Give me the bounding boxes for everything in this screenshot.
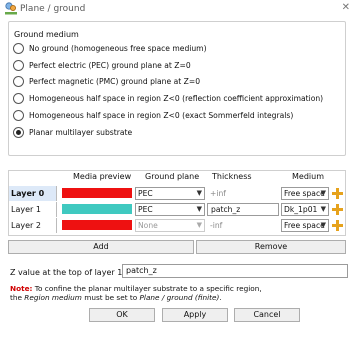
remove-layer-button[interactable]: Remove: [196, 240, 346, 254]
note-setting-term: Plane / ground (finite): [139, 293, 220, 302]
medium-value: Free space: [284, 221, 325, 230]
radio-button[interactable]: [13, 60, 24, 71]
radio-label: Homogeneous half space in region Z<0 (ex…: [29, 111, 294, 120]
media-preview-swatch: [62, 188, 132, 198]
close-icon[interactable]: ✕: [342, 3, 350, 13]
header-thickness: Thickness: [212, 172, 252, 181]
radio-button-checked[interactable]: [13, 127, 24, 138]
chevron-down-icon: ▼: [320, 189, 326, 197]
chevron-down-icon: ▼: [320, 221, 326, 229]
radio-pmc-ground[interactable]: Perfect magnetic (PMC) ground plane at Z…: [13, 75, 200, 88]
plus-icon[interactable]: [332, 204, 343, 215]
medium-select[interactable]: Dk_1p01 ▼: [281, 203, 329, 216]
cancel-button[interactable]: Cancel: [234, 308, 300, 322]
radio-button[interactable]: [13, 110, 24, 121]
radio-button[interactable]: [13, 76, 24, 87]
chevron-down-icon: ▼: [320, 205, 326, 213]
chevron-down-icon: ▼: [196, 221, 202, 229]
ground-plane-select: None ▼: [135, 219, 205, 232]
medium-select[interactable]: Free space ▼: [281, 219, 329, 232]
media-preview-swatch: [62, 220, 132, 230]
add-layer-button[interactable]: Add: [8, 240, 194, 254]
table-row-layer-2[interactable]: Layer 2 None ▼ -inf Free space ▼: [9, 218, 345, 233]
table-row-layer-0[interactable]: Layer 0 PEC ▼ +inf Free space ▼: [9, 186, 345, 201]
plane-ground-icon: [5, 2, 17, 15]
note-line-2c: .: [219, 293, 222, 302]
note-line-1: To confine the planar multilayer substra…: [32, 284, 262, 293]
media-preview-swatch: [62, 204, 132, 214]
window-title: Plane / ground: [20, 4, 86, 14]
header-media-preview: Media preview: [73, 172, 132, 181]
thickness-value: +inf: [210, 189, 226, 198]
plus-icon[interactable]: [332, 220, 343, 231]
radio-label: Perfect electric (PEC) ground plane at Z…: [29, 61, 191, 70]
z-value-label: Z value at the top of layer 1: [10, 268, 123, 277]
radio-label: Perfect magnetic (PMC) ground plane at Z…: [29, 77, 201, 86]
radio-label: No ground (homogeneous free space medium…: [29, 44, 207, 53]
note-line-2a: the: [10, 293, 25, 302]
radio-button[interactable]: [13, 43, 24, 54]
chevron-down-icon: ▼: [196, 189, 202, 197]
plus-icon[interactable]: [332, 188, 343, 199]
ground-plane-select[interactable]: PEC ▼: [135, 187, 205, 200]
layer-name: Layer 1: [9, 202, 57, 217]
radio-button[interactable]: [13, 93, 24, 104]
header-ground-plane: Ground plane: [145, 172, 200, 181]
note-region-term: Region medium: [24, 293, 82, 302]
radio-half-space-sommerfeld[interactable]: Homogeneous half space in region Z<0 (ex…: [13, 109, 293, 122]
ground-plane-value: None: [138, 221, 158, 230]
radio-label: Planar multilayer substrate: [29, 128, 133, 137]
radio-planar-multilayer[interactable]: Planar multilayer substrate: [13, 126, 132, 139]
radio-pec-ground[interactable]: Perfect electric (PEC) ground plane at Z…: [13, 59, 191, 72]
radio-label: Homogeneous half space in region Z<0 (re…: [29, 94, 324, 103]
layer-name: Layer 2: [9, 218, 57, 233]
ground-medium-label: Ground medium: [14, 30, 79, 39]
ground-plane-value: PEC: [138, 189, 153, 198]
ground-plane-value: PEC: [138, 205, 153, 214]
table-row-layer-1[interactable]: Layer 1 PEC ▼ patch_z Dk_1p01 ▼: [9, 202, 345, 217]
chevron-down-icon: ▼: [196, 205, 202, 213]
thickness-input[interactable]: patch_z: [207, 203, 279, 216]
medium-select[interactable]: Free space ▼: [281, 187, 329, 200]
note-line-2b: must be set to: [81, 293, 140, 302]
radio-no-ground[interactable]: No ground (homogeneous free space medium…: [13, 42, 207, 55]
note-text: Note: To confine the planar multilayer s…: [10, 284, 346, 302]
ok-button[interactable]: OK: [89, 308, 155, 322]
thickness-value: -inf: [210, 221, 223, 230]
radio-half-space-reflection[interactable]: Homogeneous half space in region Z<0 (re…: [13, 92, 323, 105]
ground-plane-select[interactable]: PEC ▼: [135, 203, 205, 216]
note-label: Note:: [10, 284, 33, 293]
layer-name: Layer 0: [9, 186, 57, 201]
title-bar: Plane / ground ✕: [0, 0, 352, 18]
header-medium: Medium: [292, 172, 324, 181]
apply-button[interactable]: Apply: [162, 308, 228, 322]
medium-value: Dk_1p01: [284, 205, 318, 214]
medium-value: Free space: [284, 189, 325, 198]
z-value-input[interactable]: patch_z: [122, 264, 348, 278]
